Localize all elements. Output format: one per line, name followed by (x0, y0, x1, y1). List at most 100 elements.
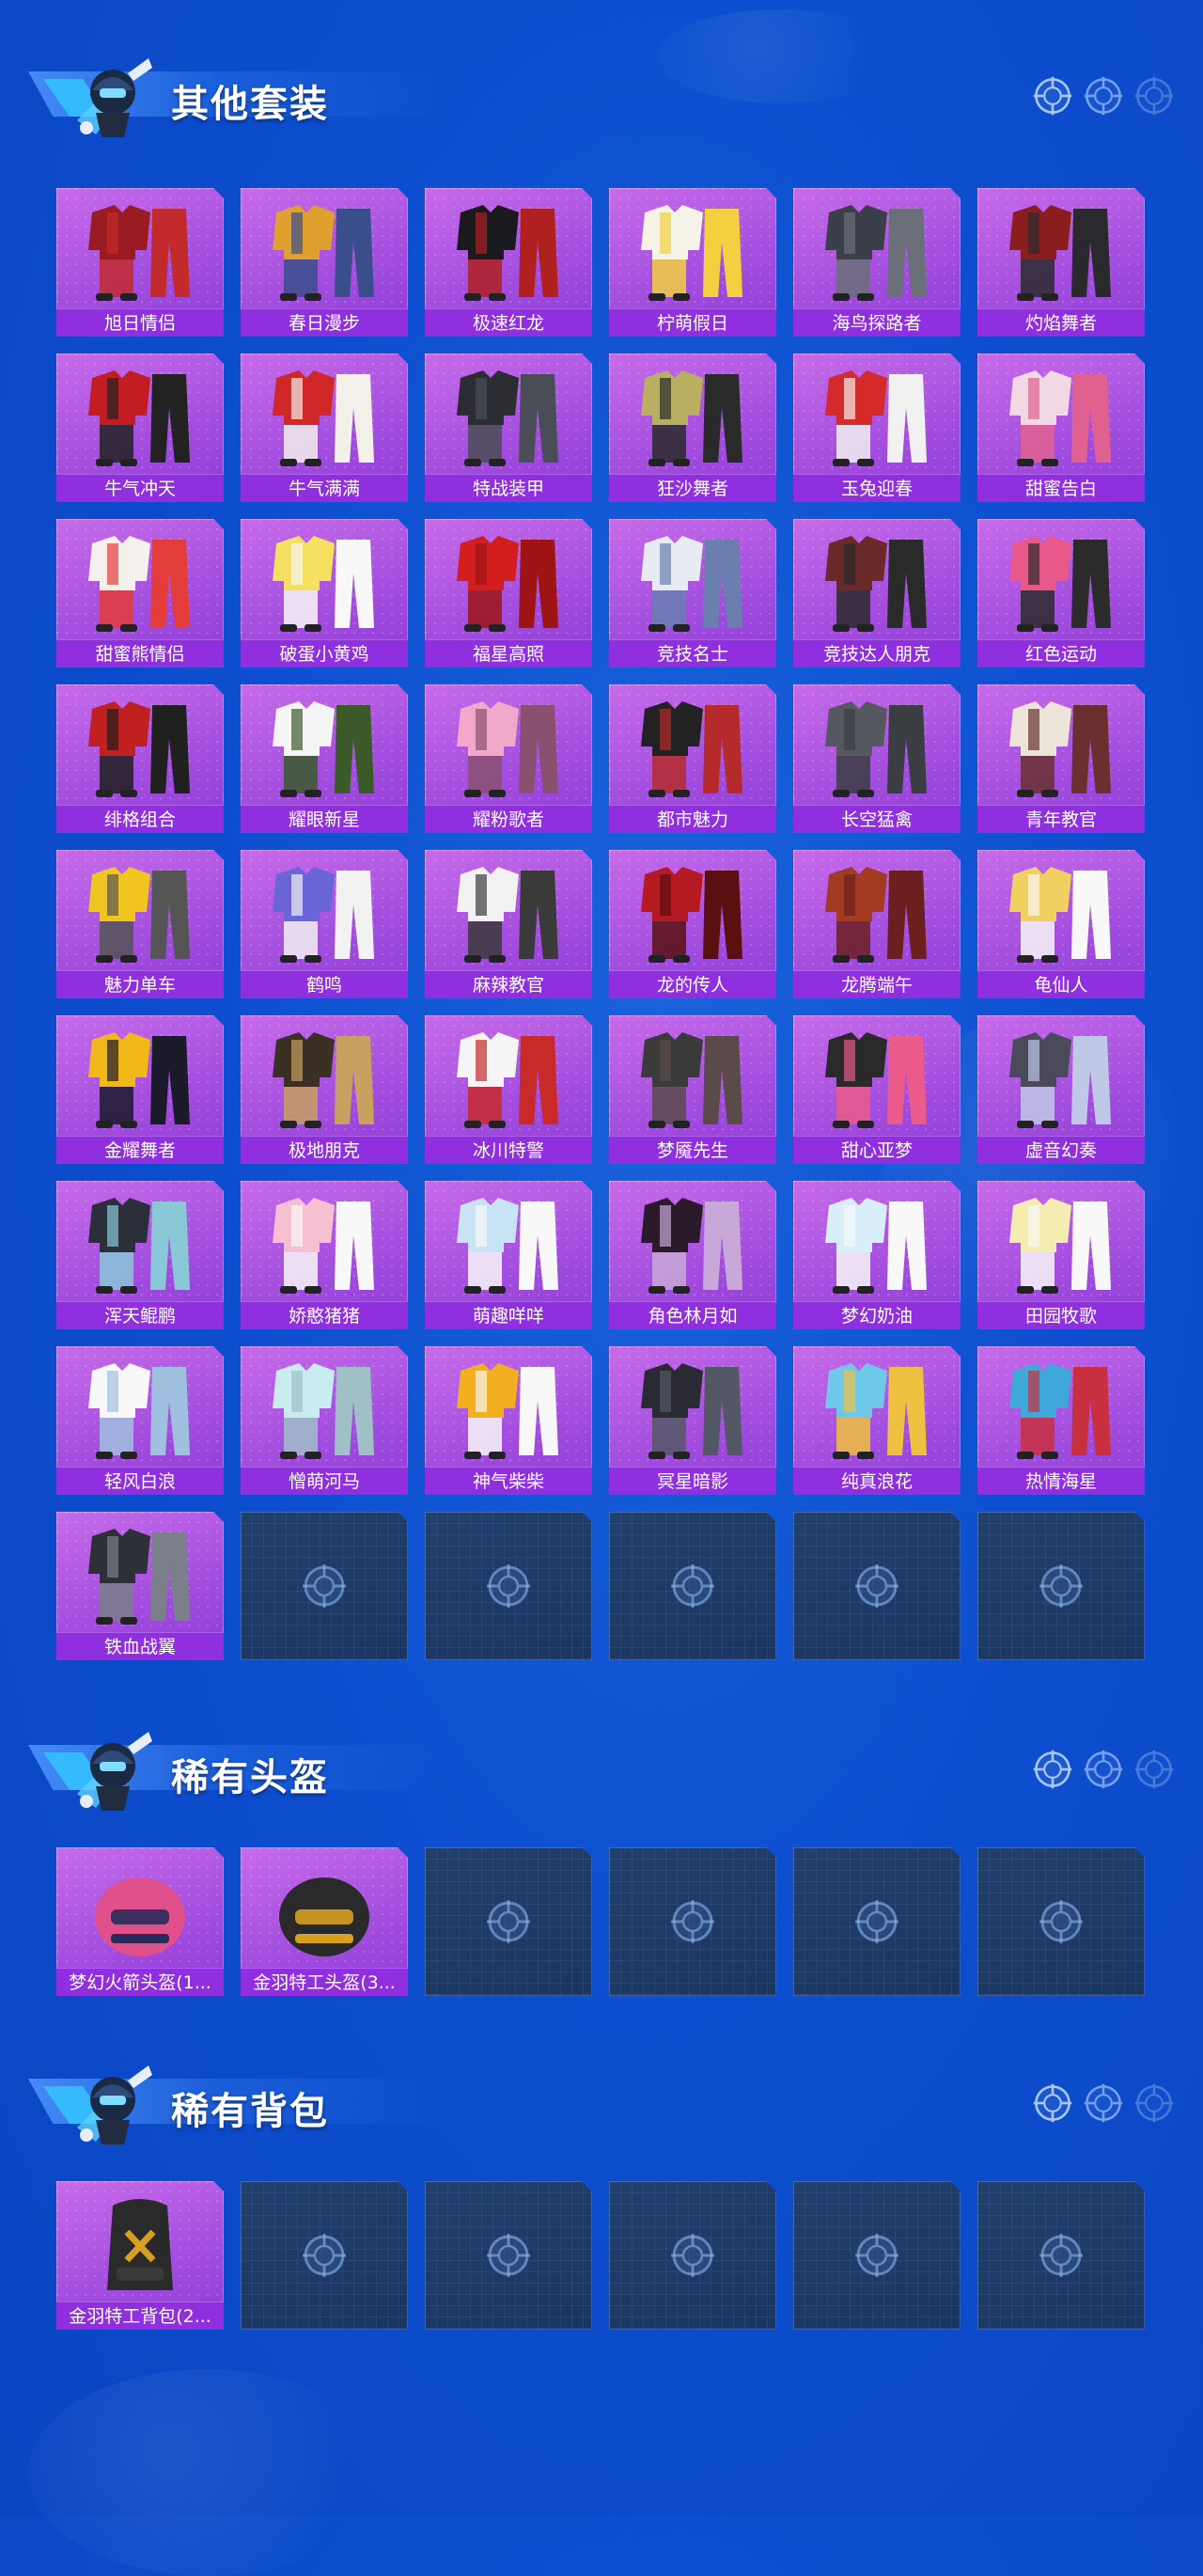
empty-slot (977, 1512, 1145, 1660)
item-image (641, 370, 742, 466)
item-card[interactable]: 憎萌河马 (241, 1346, 408, 1495)
item-card[interactable]: 旭日情侣 (56, 188, 224, 337)
item-card[interactable]: 轻风白浪 (56, 1346, 224, 1495)
item-card[interactable]: 特战装甲 (425, 353, 592, 502)
item-name: 萌趣咩咩 (425, 1301, 592, 1329)
item-card[interactable]: 竞技名士 (609, 519, 776, 668)
item-card[interactable]: 海鸟探路者 (793, 188, 961, 337)
item-card[interactable]: 麻辣教官 (425, 850, 592, 998)
crosshair-icon (1038, 1898, 1085, 1945)
item-card[interactable]: 神气柴柴 (425, 1346, 592, 1495)
crosshair-icon (485, 1563, 532, 1610)
item-image (825, 1032, 927, 1128)
item-image (1009, 701, 1111, 797)
item-card[interactable]: 长空猛禽 (793, 684, 961, 833)
item-name: 甜蜜告白 (977, 474, 1145, 502)
item-card[interactable]: 田园牧歌 (977, 1181, 1145, 1329)
item-card[interactable]: 灼焰舞者 (977, 188, 1145, 337)
item-card[interactable]: 热情海星 (977, 1346, 1145, 1495)
crosshair-icon (485, 1898, 532, 1945)
item-image (457, 205, 558, 301)
item-image (107, 2199, 173, 2290)
item-card[interactable]: 萌趣咩咩 (425, 1181, 592, 1329)
item-card[interactable]: 春日漫步 (241, 188, 408, 337)
empty-slot (977, 1847, 1145, 1996)
empty-slot (425, 2181, 592, 2330)
item-card[interactable]: 耀眼新星 (241, 684, 408, 833)
item-name: 灼焰舞者 (977, 308, 1145, 337)
item-card[interactable]: 纯真浪花 (793, 1346, 961, 1495)
item-card[interactable]: 冥星暗影 (609, 1346, 776, 1495)
item-card[interactable]: 魅力单车 (56, 850, 224, 998)
item-card[interactable]: 金羽特工背包(2... (56, 2181, 224, 2330)
item-name: 长空猛禽 (793, 805, 961, 833)
crosshair-icon (853, 1563, 900, 1610)
item-name: 耀粉歌者 (425, 805, 592, 833)
item-card[interactable]: 虚音幻奏 (977, 1015, 1145, 1164)
item-card[interactable]: 青年教官 (977, 684, 1145, 833)
item-grid: 旭日情侣 春日漫步 极速红龙 柠萌假日 海鸟探路者 灼焰舞者 牛气冲天 牛气满满… (56, 188, 1145, 1660)
item-card[interactable]: 破蛋小黄鸡 (241, 519, 408, 668)
item-name: 牛气满满 (241, 474, 408, 502)
item-name: 田园牧歌 (977, 1301, 1145, 1329)
item-card[interactable]: 浑天鲲鹏 (56, 1181, 224, 1329)
item-card[interactable]: 梦魇先生 (609, 1015, 776, 1164)
item-card[interactable]: 牛气冲天 (56, 353, 224, 502)
item-card[interactable]: 金羽特工头盔(3... (241, 1847, 408, 1996)
item-card[interactable]: 竞技达人朋克 (793, 519, 961, 668)
item-image (641, 1198, 742, 1294)
item-name: 春日漫步 (241, 308, 408, 337)
item-card[interactable]: 龙腾端午 (793, 850, 961, 998)
item-card[interactable]: 绯格组合 (56, 684, 224, 833)
item-card[interactable]: 极速红龙 (425, 188, 592, 337)
item-name: 极地朋克 (241, 1136, 408, 1164)
item-card[interactable]: 甜心亚梦 (793, 1015, 961, 1164)
item-card[interactable]: 鹤鸣 (241, 850, 408, 998)
item-card[interactable]: 玉兔迎春 (793, 353, 961, 502)
item-name: 金羽特工背包(2... (56, 2301, 224, 2330)
item-name: 旭日情侣 (56, 308, 224, 337)
item-card[interactable]: 柠萌假日 (609, 188, 776, 337)
item-card[interactable]: 甜蜜告白 (977, 353, 1145, 502)
item-card[interactable]: 龙的传人 (609, 850, 776, 998)
item-card[interactable]: 极地朋克 (241, 1015, 408, 1164)
item-name: 梦幻火箭头盔(1... (56, 1968, 224, 1996)
section-title: 其他套装 (171, 83, 329, 126)
item-image (457, 701, 558, 797)
item-card[interactable]: 梦幻奶油 (793, 1181, 961, 1329)
crosshair-icon (1032, 2082, 1073, 2124)
item-image (88, 1032, 190, 1128)
helmet-character-icon (77, 1732, 152, 1811)
item-card[interactable]: 金耀舞者 (56, 1015, 224, 1164)
item-card[interactable]: 冰川特警 (425, 1015, 592, 1164)
item-name: 纯真浪花 (793, 1467, 961, 1495)
item-name: 甜心亚梦 (793, 1136, 961, 1164)
item-card[interactable]: 龟仙人 (977, 850, 1145, 998)
crosshair-icon (1038, 1563, 1085, 1610)
item-name: 龙的传人 (609, 970, 776, 998)
item-card[interactable]: 甜蜜熊情侣 (56, 519, 224, 668)
item-card[interactable]: 狂沙舞者 (609, 353, 776, 502)
crosshair-icon (853, 2232, 900, 2279)
item-image (1009, 1032, 1111, 1128)
item-card[interactable]: 福星高照 (425, 519, 592, 668)
item-image (457, 1032, 558, 1128)
item-card[interactable]: 红色运动 (977, 519, 1145, 668)
item-image (641, 205, 742, 301)
item-image (273, 1363, 374, 1459)
crosshair-icon (1133, 2082, 1175, 2124)
item-card[interactable]: 都市魅力 (609, 684, 776, 833)
item-card[interactable]: 铁血战翼 (56, 1512, 224, 1660)
item-card[interactable]: 牛气满满 (241, 353, 408, 502)
item-card[interactable]: 耀粉歌者 (425, 684, 592, 833)
section-header: 其他套装 (0, 19, 1203, 137)
empty-slot (793, 2181, 961, 2330)
section-rare-helmets: 稀有头盔 梦幻火箭头盔(1... 金羽特工头盔(3... (0, 1692, 1203, 1996)
item-card[interactable]: 角色林月如 (609, 1181, 776, 1329)
item-image (273, 1198, 374, 1294)
item-card[interactable]: 梦幻火箭头盔(1... (56, 1847, 224, 1996)
item-name: 狂沙舞者 (609, 474, 776, 502)
item-name: 魅力单车 (56, 970, 224, 998)
section-rare-backpacks: 稀有背包 金羽特工背包(2... (0, 2026, 1203, 2330)
item-card[interactable]: 娇憨猪猪 (241, 1181, 408, 1329)
